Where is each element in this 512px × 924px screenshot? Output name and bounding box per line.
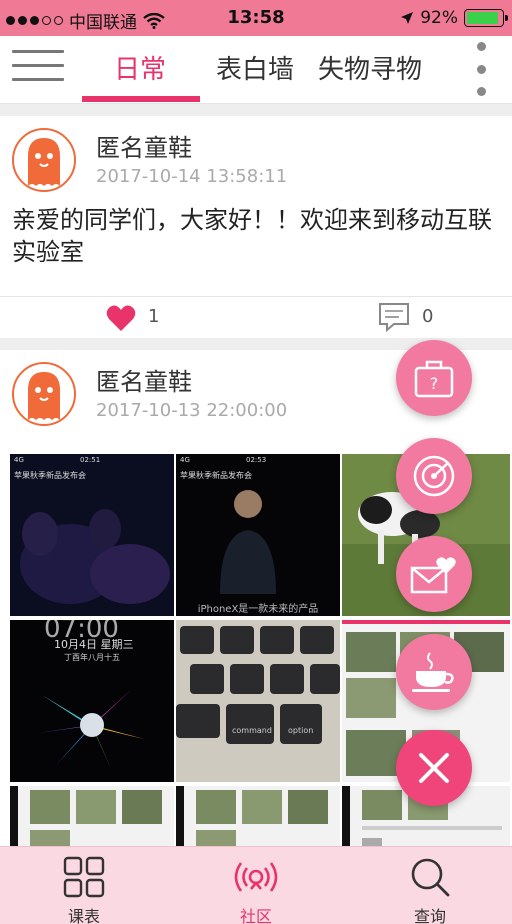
photo-status-left: 4G (180, 456, 190, 464)
menu-icon[interactable] (12, 50, 64, 86)
photo-status-time: 02:53 (246, 456, 267, 464)
tab-lost-and-found[interactable]: 失物寻物 (318, 50, 422, 90)
avatar[interactable] (12, 128, 76, 192)
avatar[interactable] (12, 362, 76, 426)
post-time: 2017-10-13 22:00:00 (96, 400, 288, 421)
post-author: 匿名童鞋 (96, 134, 192, 162)
key-label: option (288, 726, 314, 735)
nav-label: 查询 (413, 907, 446, 924)
battery-icon (464, 9, 508, 27)
tab-daily[interactable]: 日常 (114, 50, 166, 90)
photo-subtitle: iPhoneX是一款未来的产品 (197, 604, 319, 615)
status-right: 92% (400, 8, 508, 28)
love-letter-icon (410, 557, 456, 594)
more-options-icon[interactable] (476, 42, 486, 96)
photo-thumbnail[interactable]: 07:00 10月4日 星期三 丁酉年八月十五 (10, 620, 174, 782)
photo-status-left: 4G (14, 456, 24, 464)
ghost-avatar-icon (28, 138, 60, 186)
lost-found-fab[interactable]: ? (396, 340, 472, 416)
location-arrow-icon (401, 12, 414, 24)
search-icon (411, 858, 450, 897)
nav-label: 课表 (67, 907, 100, 924)
coffee-cup-icon (412, 652, 454, 692)
community-icon (234, 862, 278, 892)
photo-caption: 苹果秋季新品发布会 (14, 471, 86, 480)
comment-count: 0 (422, 306, 434, 327)
key-label: command (232, 726, 272, 735)
radar-icon (413, 455, 455, 497)
nav-label: 社区 (239, 907, 272, 924)
close-icon (419, 753, 449, 783)
love-letter-fab[interactable] (396, 536, 472, 612)
comment-icon[interactable] (378, 302, 410, 332)
top-tab-bar: 日常 表白墙 失物寻物 (0, 36, 512, 104)
ghost-avatar-icon (28, 372, 60, 420)
radar-fab[interactable] (396, 438, 472, 514)
post-author: 匿名童鞋 (96, 368, 192, 396)
photo-thumbnail[interactable]: command option (176, 620, 340, 782)
post-time: 2017-10-14 13:58:11 (96, 166, 288, 187)
coffee-fab[interactable] (396, 634, 472, 710)
heart-icon[interactable] (106, 304, 136, 332)
nav-item-community[interactable]: 社区 (196, 847, 316, 924)
grid-icon (63, 856, 105, 898)
lock-lunar: 丁酉年八月十五 (64, 653, 120, 662)
photo-status-time: 02:51 (80, 456, 101, 464)
bottom-nav-bar: 课表 社区 查询 (0, 846, 512, 924)
section-gap (0, 104, 512, 116)
lost-found-icon: ? (414, 360, 454, 398)
nav-item-query[interactable]: 查询 (370, 847, 490, 924)
close-fab[interactable] (396, 730, 472, 806)
tab-confession-wall[interactable]: 表白墙 (216, 50, 294, 90)
post-actions: 1 0 (0, 296, 512, 342)
post-card[interactable]: 匿名童鞋 2017-10-14 13:58:11 亲爱的同学们，大家好！！欢迎来… (0, 116, 512, 338)
svg-text:?: ? (430, 374, 439, 393)
photo-thumbnail[interactable]: 4G 02:51 苹果秋季新品发布会 (10, 454, 174, 616)
photo-caption: 苹果秋季新品发布会 (180, 471, 252, 480)
photo-thumbnail[interactable]: 4G 02:53 苹果秋季新品发布会 iPhoneX是一款未来的产品 (176, 454, 340, 616)
battery-percent: 92% (420, 8, 458, 28)
active-tab-indicator (82, 96, 200, 102)
like-count: 1 (148, 306, 160, 327)
nav-item-schedule[interactable]: 课表 (24, 847, 144, 924)
status-bar: 中国联通 13:58 92% (0, 0, 512, 36)
post-content: 亲爱的同学们，大家好！！欢迎来到移动互联实验室 (12, 206, 492, 266)
lock-date: 10月4日 星期三 (54, 638, 134, 651)
